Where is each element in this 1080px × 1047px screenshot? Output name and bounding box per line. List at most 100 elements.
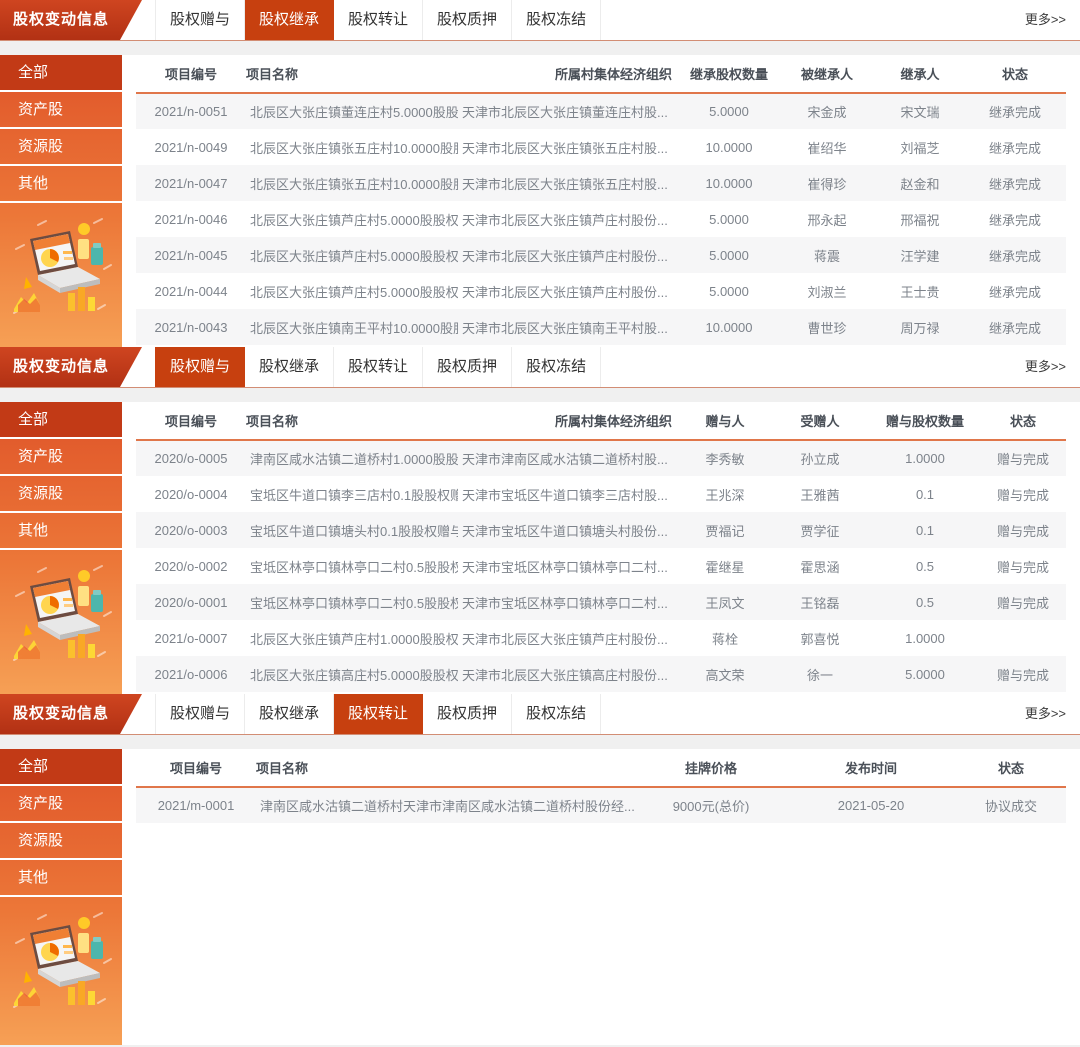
table-row[interactable]: 2020/o-0001宝坻区林亭口镇林亭口二村0.5股股权赠与...天津市宝坻区…	[136, 584, 1066, 620]
table-cell: 2020/o-0003	[136, 512, 246, 548]
table-cell: 蒋栓	[680, 620, 770, 656]
table-cell: 天津市北辰区大张庄镇南王平村股...	[458, 309, 680, 345]
sidebar-item-其他[interactable]: 其他	[0, 860, 122, 897]
table-area: 项目编号项目名称所属村集体经济组织赠与人受赠人赠与股权数量状态 2020/o-0…	[122, 402, 1080, 694]
tab-股权冻结[interactable]: 股权冻结	[512, 694, 601, 734]
tab-股权转让[interactable]: 股权转让	[334, 694, 423, 734]
table-cell: 赠与完成	[980, 440, 1066, 476]
sidebar-item-其他[interactable]: 其他	[0, 513, 122, 550]
sidebar-item-资源股[interactable]: 资源股	[0, 823, 122, 860]
table-cell: 继承完成	[964, 93, 1066, 129]
table-row[interactable]: 2021/n-0045北辰区大张庄镇芦庄村5.0000股股权继承...天津市北辰…	[136, 237, 1066, 273]
tab-股权质押[interactable]: 股权质押	[423, 347, 512, 387]
table-cell: 霍继星	[680, 548, 770, 584]
table-cell: 王凤文	[680, 584, 770, 620]
sidebar-item-资产股[interactable]: 资产股	[0, 786, 122, 823]
table-cell: 天津市宝坻区牛道口镇李三店村股...	[458, 476, 680, 512]
equity-change-section-gift: 股权变动信息 股权赠与股权继承股权转让股权质押股权冻结 更多>> 全部资产股资源…	[0, 347, 1080, 694]
column-header: 项目编号	[136, 55, 246, 93]
sidebar-item-其他[interactable]: 其他	[0, 166, 122, 203]
panel-title-banner: 股权变动信息	[0, 694, 142, 734]
more-link[interactable]: 更多>>	[1025, 0, 1080, 40]
table-cell: 邢永起	[778, 201, 876, 237]
table-cell: 赵金和	[876, 165, 964, 201]
table-cell: 继承完成	[964, 201, 1066, 237]
tab-bar-tabs: 股权赠与股权继承股权转让股权质押股权冻结	[155, 694, 601, 734]
tab-股权冻结[interactable]: 股权冻结	[512, 0, 601, 40]
sidebar-item-资源股[interactable]: 资源股	[0, 476, 122, 513]
column-header: 赠与人	[680, 402, 770, 440]
table-cell: 10.0000	[680, 129, 778, 165]
table-cell: 刘淑兰	[778, 273, 876, 309]
table-cell: 5.0000	[680, 237, 778, 273]
tab-股权继承[interactable]: 股权继承	[245, 694, 334, 734]
sidebar-item-全部[interactable]: 全部	[0, 55, 122, 92]
table-cell: 继承完成	[964, 237, 1066, 273]
table-row[interactable]: 2021/n-0051北辰区大张庄镇董连庄村5.0000股股权继...天津市北辰…	[136, 93, 1066, 129]
tab-股权赠与[interactable]: 股权赠与	[155, 347, 245, 387]
table-row[interactable]: 2021/n-0049北辰区大张庄镇张五庄村10.0000股股权继...天津市北…	[136, 129, 1066, 165]
table-row[interactable]: 2021/m-0001津南区咸水沽镇二道桥村天津市津南区咸水沽镇二道桥村股份经.…	[136, 787, 1066, 823]
table-cell: 贾福记	[680, 512, 770, 548]
table-cell: 2020/o-0005	[136, 440, 246, 476]
table-cell: 天津市宝坻区牛道口镇塘头村股份...	[458, 512, 680, 548]
tab-股权冻结[interactable]: 股权冻结	[512, 347, 601, 387]
tab-股权质押[interactable]: 股权质押	[423, 694, 512, 734]
table-row[interactable]: 2020/o-0004宝坻区牛道口镇李三店村0.1股股权赠与项目天津市宝坻区牛道…	[136, 476, 1066, 512]
column-header: 项目名称	[256, 749, 636, 787]
table-row[interactable]: 2021/n-0047北辰区大张庄镇张五庄村10.0000股股权继...天津市北…	[136, 165, 1066, 201]
tab-股权转让[interactable]: 股权转让	[334, 0, 423, 40]
table-cell: 王兆深	[680, 476, 770, 512]
table-cell: 徐一	[770, 656, 870, 692]
table-cell: 津南区咸水沽镇二道桥村天津市津南区咸水沽镇二道桥村股份经...	[256, 787, 636, 823]
table-cell: 北辰区大张庄镇张五庄村10.0000股股权继...	[246, 165, 458, 201]
table-cell: 天津市宝坻区林亭口镇林亭口二村...	[458, 584, 680, 620]
table-area: 项目编号项目名称所属村集体经济组织继承股权数量被继承人继承人状态 2021/n-…	[122, 55, 1080, 347]
tab-股权赠与[interactable]: 股权赠与	[155, 694, 245, 734]
table-row[interactable]: 2021/n-0046北辰区大张庄镇芦庄村5.0000股股权继承...天津市北辰…	[136, 201, 1066, 237]
more-link[interactable]: 更多>>	[1025, 347, 1080, 387]
tab-股权继承[interactable]: 股权继承	[245, 0, 334, 40]
sidebar-item-全部[interactable]: 全部	[0, 402, 122, 439]
tab-股权质押[interactable]: 股权质押	[423, 0, 512, 40]
table-cell: 5.0000	[680, 273, 778, 309]
table-cell: 孙立成	[770, 440, 870, 476]
spacer	[0, 388, 1080, 402]
column-header: 发布时间	[786, 749, 956, 787]
table-row[interactable]: 2021/n-0044北辰区大张庄镇芦庄村5.0000股股权继承...天津市北辰…	[136, 273, 1066, 309]
sidebar-item-资产股[interactable]: 资产股	[0, 92, 122, 129]
table-row[interactable]: 2020/o-0003宝坻区牛道口镇塘头村0.1股股权赠与项目天津市宝坻区牛道口…	[136, 512, 1066, 548]
table-cell: 1.0000	[870, 620, 980, 656]
more-link[interactable]: 更多>>	[1025, 694, 1080, 734]
column-header: 所属村集体经济组织	[458, 402, 680, 440]
spacer	[0, 735, 1080, 749]
tab-股权继承[interactable]: 股权继承	[245, 347, 334, 387]
tab-bar-tabs: 股权赠与股权继承股权转让股权质押股权冻结	[155, 0, 601, 40]
table-row[interactable]: 2020/o-0005津南区咸水沽镇二道桥村1.0000股股权赠...天津市津南…	[136, 440, 1066, 476]
sidebar-menu: 全部资产股资源股其他	[0, 55, 122, 203]
table-cell: 北辰区大张庄镇芦庄村5.0000股股权继承...	[246, 201, 458, 237]
table-cell: 0.1	[870, 512, 980, 548]
tab-股权转让[interactable]: 股权转让	[334, 347, 423, 387]
table-row[interactable]: 2021/o-0007北辰区大张庄镇芦庄村1.0000股股权赠与...天津市北辰…	[136, 620, 1066, 656]
table-row[interactable]: 2021/n-0043北辰区大张庄镇南王平村10.0000股股权继...天津市北…	[136, 309, 1066, 345]
table-cell: 周万禄	[876, 309, 964, 345]
sidebar-item-全部[interactable]: 全部	[0, 749, 122, 786]
table-cell: 赠与完成	[980, 584, 1066, 620]
table-cell: 王雅茜	[770, 476, 870, 512]
table-cell: 赠与完成	[980, 656, 1066, 692]
table-cell: 北辰区大张庄镇张五庄村10.0000股股权继...	[246, 129, 458, 165]
table-cell: 0.5	[870, 548, 980, 584]
table-row[interactable]: 2021/o-0006北辰区大张庄镇高庄村5.0000股股权赠与...天津市北辰…	[136, 656, 1066, 692]
sidebar-item-资源股[interactable]: 资源股	[0, 129, 122, 166]
table-cell: 0.1	[870, 476, 980, 512]
tab-股权赠与[interactable]: 股权赠与	[155, 0, 245, 40]
table-cell: 2021/o-0006	[136, 656, 246, 692]
table-row[interactable]: 2020/o-0002宝坻区林亭口镇林亭口二村0.5股股权赠与...天津市宝坻区…	[136, 548, 1066, 584]
panel-title-banner: 股权变动信息	[0, 0, 142, 40]
equity-change-section-inheritance: 股权变动信息 股权赠与股权继承股权转让股权质押股权冻结 更多>> 全部资产股资源…	[0, 0, 1080, 347]
table-cell: 北辰区大张庄镇高庄村5.0000股股权赠与...	[246, 656, 458, 692]
tab-bar: 股权变动信息 股权赠与股权继承股权转让股权质押股权冻结 更多>>	[0, 347, 1080, 388]
table-cell: 宋金成	[778, 93, 876, 129]
sidebar-item-资产股[interactable]: 资产股	[0, 439, 122, 476]
